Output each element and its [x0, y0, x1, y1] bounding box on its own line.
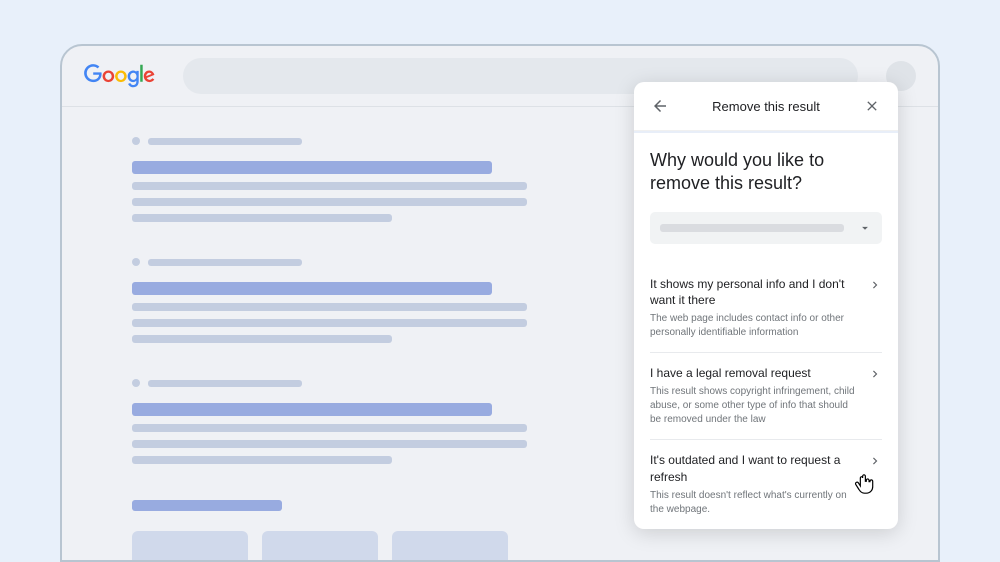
result-title-link[interactable] — [132, 282, 492, 295]
google-logo[interactable] — [84, 64, 155, 88]
option-description: This result doesn't reflect what's curre… — [650, 489, 858, 517]
option-title: It shows my personal info and I don't wa… — [650, 276, 858, 308]
result-snippet — [132, 214, 392, 222]
result-title-link[interactable] — [132, 403, 492, 416]
result-title-link[interactable] — [132, 161, 492, 174]
cursor-pointer-icon — [853, 473, 875, 500]
result-snippet — [132, 319, 527, 327]
chevron-right-icon — [868, 367, 882, 381]
close-icon — [864, 98, 880, 114]
result-snippet — [132, 198, 527, 206]
reason-dropdown[interactable] — [650, 212, 882, 244]
remove-result-modal: Remove this result Why would you like to… — [634, 82, 898, 529]
result-meta — [132, 258, 302, 266]
chevron-down-icon — [858, 221, 872, 235]
result-meta — [132, 137, 302, 145]
removal-option-legal[interactable]: I have a legal removal request This resu… — [650, 353, 882, 440]
result-snippet — [132, 182, 527, 190]
result-snippet — [132, 456, 392, 464]
removal-option-personal-info[interactable]: It shows my personal info and I don't wa… — [650, 264, 882, 353]
result-snippet — [132, 440, 527, 448]
result-snippet — [132, 424, 527, 432]
modal-question: Why would you like to remove this result… — [650, 149, 882, 196]
option-title: It's outdated and I want to request a re… — [650, 452, 858, 484]
related-card[interactable] — [262, 531, 378, 562]
removal-option-outdated[interactable]: It's outdated and I want to request a re… — [650, 440, 882, 529]
chevron-right-icon — [868, 278, 882, 292]
related-card[interactable] — [132, 531, 248, 562]
arrow-left-icon — [651, 97, 669, 115]
related-card[interactable] — [392, 531, 508, 562]
close-button[interactable] — [862, 96, 882, 116]
result-snippet — [132, 303, 527, 311]
option-title: I have a legal removal request — [650, 365, 858, 381]
option-description: The web page includes contact info or ot… — [650, 312, 858, 340]
result-snippet — [132, 335, 392, 343]
related-cards — [132, 531, 868, 562]
result-meta — [132, 379, 302, 387]
dropdown-value-placeholder — [660, 224, 844, 232]
back-button[interactable] — [650, 96, 670, 116]
chevron-right-icon — [868, 454, 882, 468]
option-description: This result shows copyright infringement… — [650, 385, 858, 427]
result-section-label — [132, 500, 282, 511]
modal-header: Remove this result — [634, 82, 898, 131]
modal-body: Why would you like to remove this result… — [634, 131, 898, 529]
modal-title: Remove this result — [712, 99, 820, 114]
